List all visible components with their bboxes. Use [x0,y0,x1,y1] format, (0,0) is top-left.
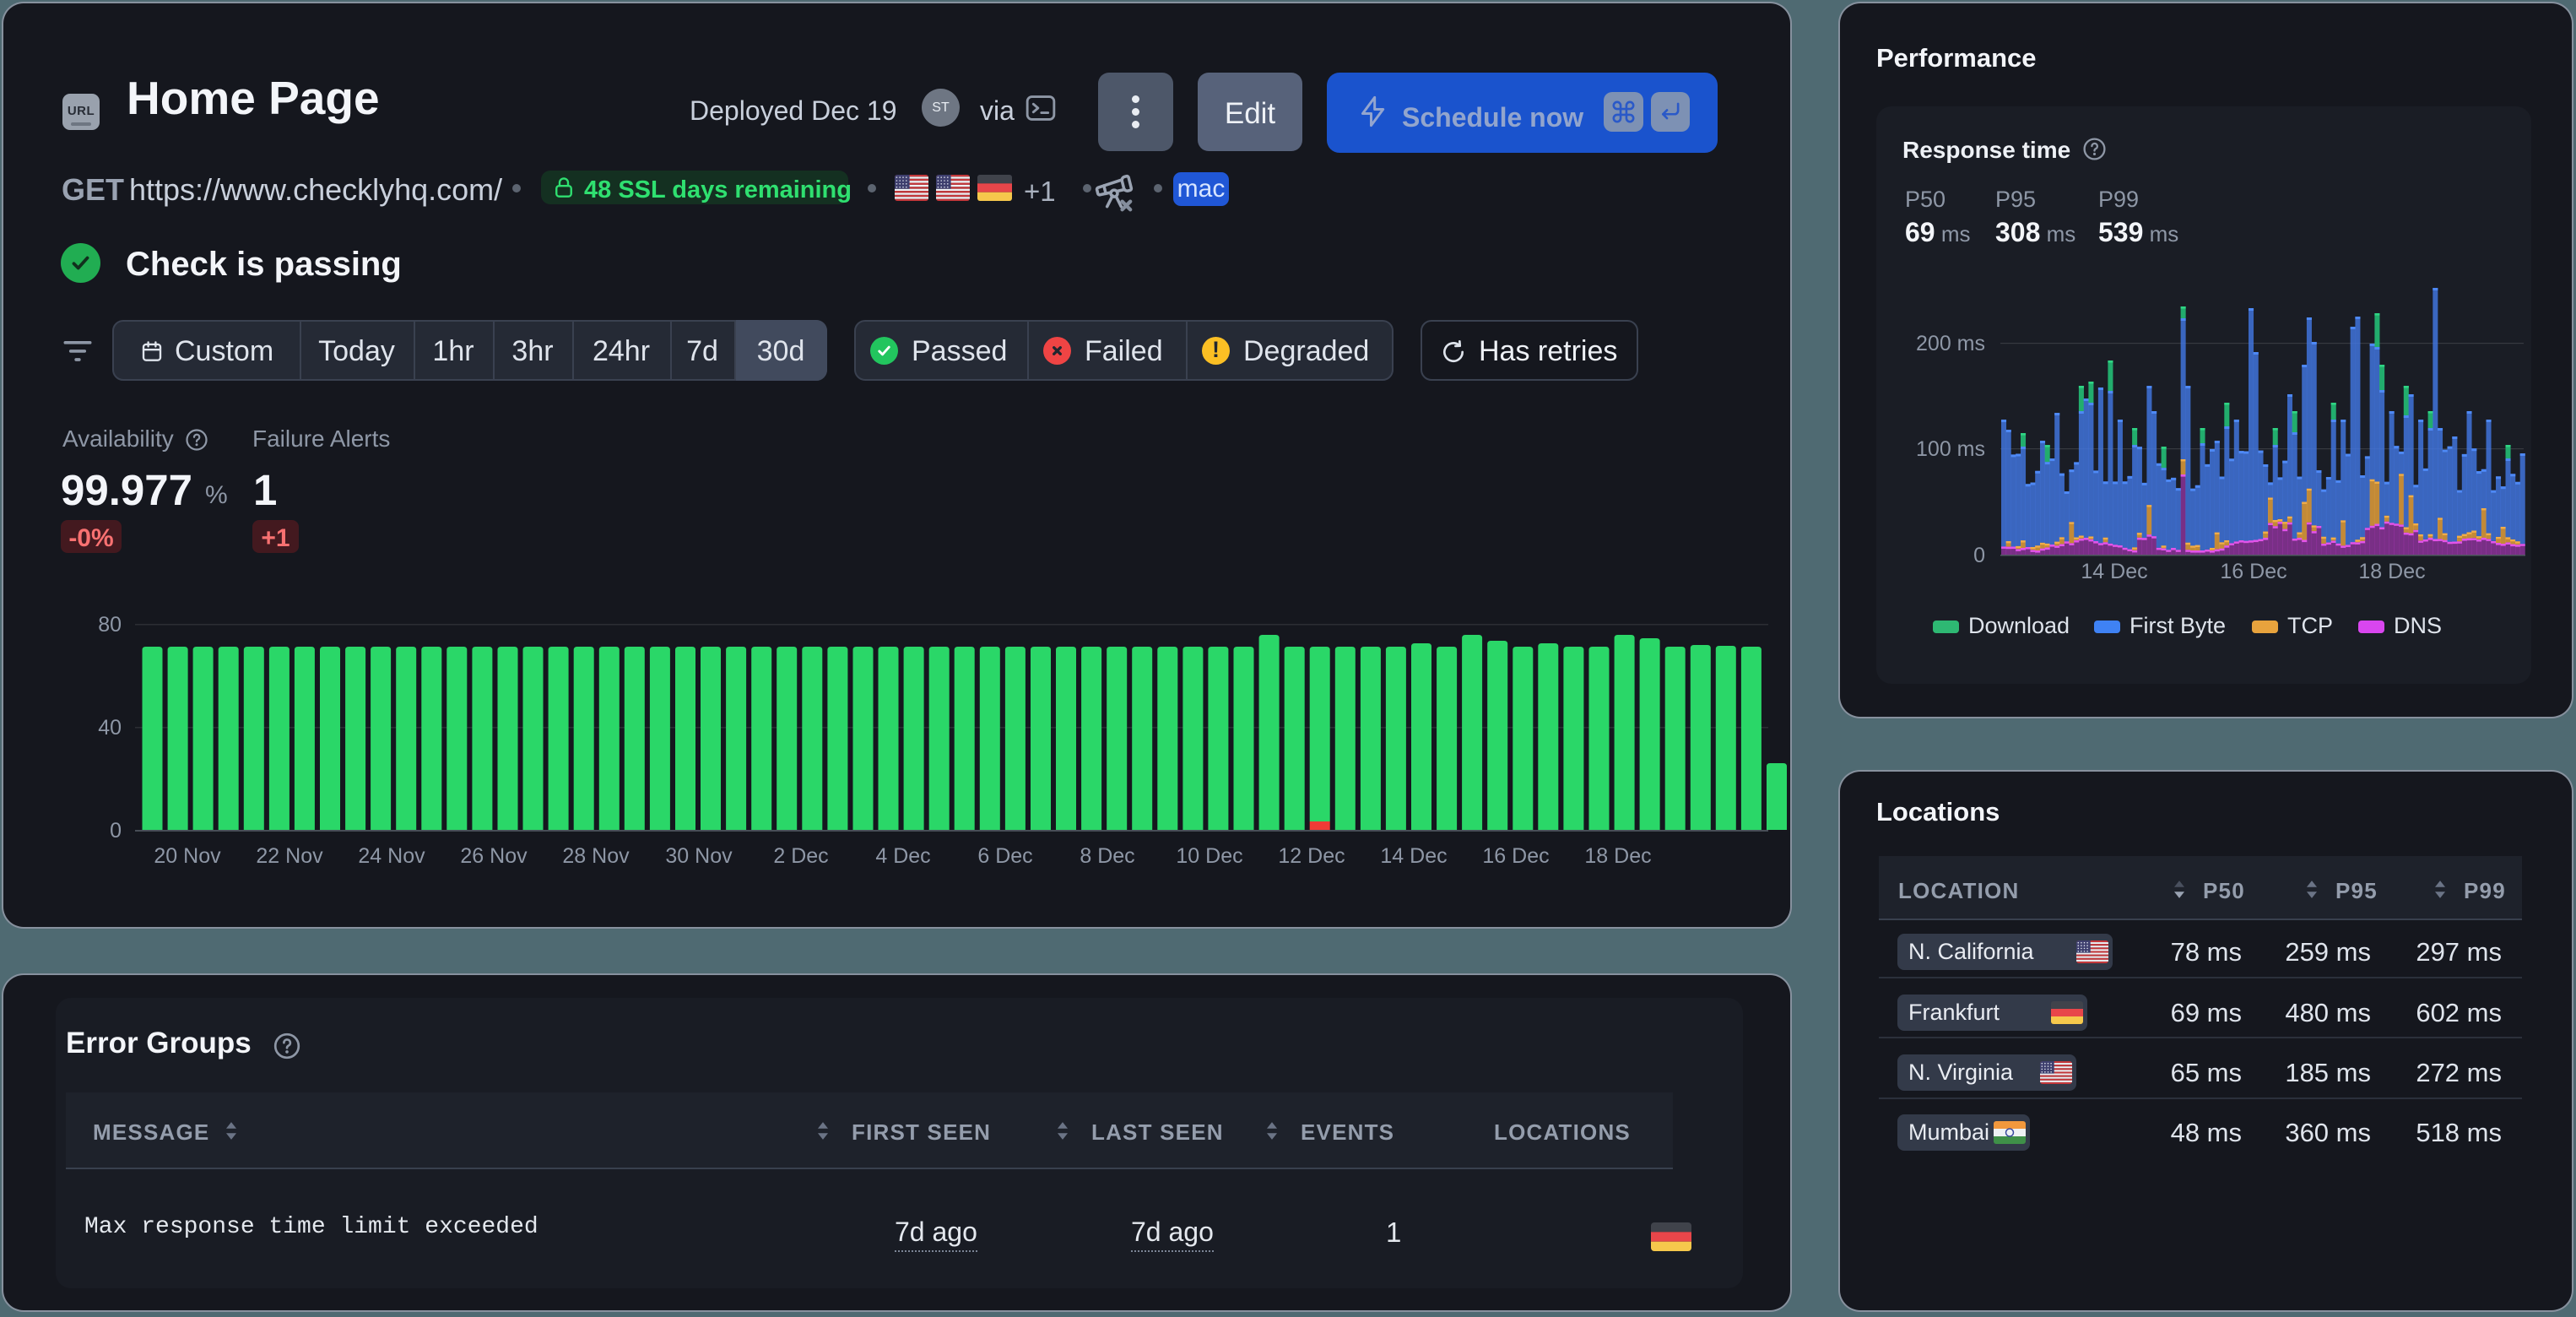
svg-text:100 ms: 100 ms [1916,437,1985,461]
svg-text:14 Dec: 14 Dec [2081,560,2147,583]
svg-text:12 Dec: 12 Dec [1278,844,1345,868]
svg-text:0: 0 [1973,544,1985,567]
svg-text:22 Nov: 22 Nov [256,844,323,868]
svg-text:30 Nov: 30 Nov [665,844,733,868]
svg-text:18 Dec: 18 Dec [2358,560,2425,583]
svg-text:20 Nov: 20 Nov [154,844,221,868]
svg-text:40: 40 [98,716,122,740]
svg-text:6 Dec: 6 Dec [977,844,1032,868]
svg-text:80: 80 [98,613,122,637]
svg-text:10 Dec: 10 Dec [1176,844,1242,868]
svg-text:24 Nov: 24 Nov [358,844,425,868]
svg-text:200 ms: 200 ms [1916,332,1985,355]
svg-text:16 Dec: 16 Dec [1482,844,1549,868]
svg-text:28 Nov: 28 Nov [562,844,630,868]
svg-text:8 Dec: 8 Dec [1080,844,1134,868]
svg-text:14 Dec: 14 Dec [1380,844,1447,868]
svg-text:16 Dec: 16 Dec [2220,560,2286,583]
svg-text:26 Nov: 26 Nov [460,844,528,868]
svg-text:4 Dec: 4 Dec [875,844,930,868]
svg-text:0: 0 [110,819,122,843]
svg-text:18 Dec: 18 Dec [1584,844,1651,868]
svg-text:2 Dec: 2 Dec [773,844,828,868]
